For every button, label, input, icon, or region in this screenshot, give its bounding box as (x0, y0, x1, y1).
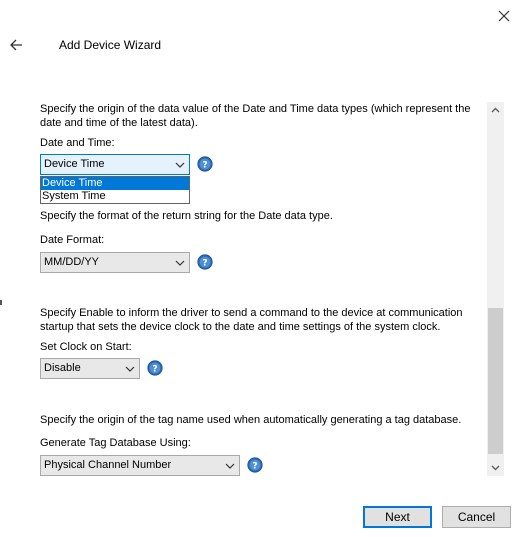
svg-text:?: ? (202, 259, 207, 269)
chevron-down-icon (175, 162, 185, 168)
set-clock-select[interactable]: Disable (40, 358, 140, 379)
date-format-select[interactable]: MM/DD/YY (40, 252, 190, 273)
scroll-down-button[interactable] (487, 459, 504, 476)
chevron-down-icon (125, 366, 135, 372)
tag-db-select-value: Physical Channel Number (44, 459, 172, 471)
svg-text:?: ? (152, 365, 157, 375)
chevron-down-icon (175, 260, 185, 266)
dialog-title: Add Device Wizard (59, 38, 162, 52)
vertical-scrollbar[interactable] (487, 102, 504, 476)
close-button[interactable] (492, 4, 516, 28)
set-clock-select-value: Disable (44, 362, 81, 374)
window-edge-mark (0, 300, 2, 305)
date-format-label: Date Format: (40, 234, 105, 246)
datetime-description: Specify the origin of the data value of … (40, 103, 471, 129)
scrollbar-thumb[interactable] (488, 308, 503, 454)
close-icon (498, 10, 510, 22)
cancel-button[interactable]: Cancel (442, 506, 511, 528)
chevron-down-icon (491, 465, 500, 471)
svg-text:?: ? (252, 462, 257, 472)
set-clock-label: Set Clock on Start: (40, 341, 132, 353)
arrow-left-icon (10, 39, 22, 51)
datetime-select[interactable]: Device Time (40, 154, 190, 175)
date-format-select-value: MM/DD/YY (44, 256, 99, 268)
date-format-description: Specify the format of the return string … (40, 210, 333, 222)
scroll-up-button[interactable] (487, 102, 504, 119)
help-icon[interactable]: ? (197, 156, 213, 172)
datetime-dropdown-list[interactable]: Device Time System Time (40, 176, 190, 204)
tag-db-label: Generate Tag Database Using: (40, 437, 191, 449)
dropdown-option-device-time[interactable]: Device Time (41, 177, 189, 190)
svg-text:?: ? (202, 161, 207, 171)
set-clock-description: Specify Enable to inform the driver to s… (40, 307, 463, 333)
help-icon[interactable]: ? (247, 457, 263, 473)
chevron-up-icon (491, 107, 500, 113)
chevron-down-icon (225, 463, 235, 469)
datetime-label: Date and Time: (40, 137, 115, 149)
tag-db-description: Specify the origin of the tag name used … (40, 414, 462, 426)
next-button[interactable]: Next (363, 506, 432, 528)
back-button[interactable] (6, 35, 28, 55)
help-icon[interactable]: ? (197, 254, 213, 270)
help-icon[interactable]: ? (147, 360, 163, 376)
tag-db-select[interactable]: Physical Channel Number (40, 455, 240, 476)
dropdown-option-system-time[interactable]: System Time (41, 190, 189, 203)
datetime-select-value: Device Time (44, 158, 105, 170)
